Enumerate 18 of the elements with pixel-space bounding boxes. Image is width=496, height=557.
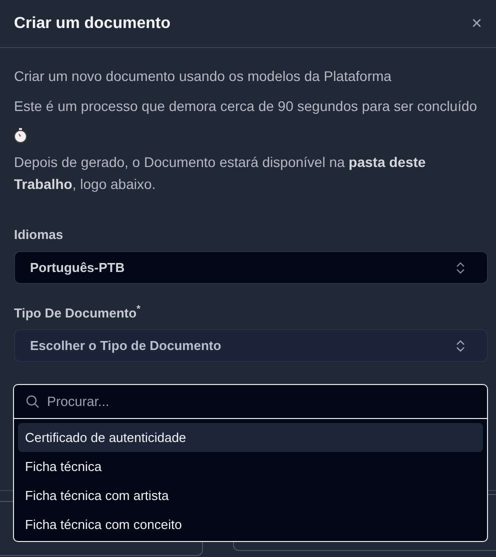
stopwatch-icon xyxy=(14,128,27,143)
description-text: Este é um processo que demora cerca de 90 segundos para ser concluído xyxy=(14,97,478,116)
dialog-title: Criar um documento xyxy=(14,14,170,32)
chevron-icon xyxy=(456,262,465,274)
dropdown-option[interactable]: Certificado de autenticidade xyxy=(18,423,483,452)
info-text: Depois de gerado, o Documento estará disponível na pasta deste Trabalho, logo abaixo. xyxy=(14,153,427,194)
search-icon xyxy=(26,395,39,408)
close-button[interactable]: × xyxy=(467,13,486,34)
document-type-select[interactable]: Escolher o Tipo de Documento xyxy=(14,329,488,362)
field-label: Tipo De Documento$^{*}$ xyxy=(14,304,140,320)
field-label: Idiomas xyxy=(14,227,64,242)
description-text: Criar um novo documento usando os modelos da Plataforma xyxy=(14,67,392,86)
search-field[interactable]: Procurar... xyxy=(47,394,475,409)
dropdown-option[interactable]: Ficha técnica xyxy=(18,452,483,481)
chevron-icon xyxy=(456,340,465,352)
dropdown-option[interactable]: Ficha técnica com conceito xyxy=(18,510,483,539)
dropdown-option[interactable]: Ficha técnica com artista xyxy=(18,481,483,510)
language-select[interactable]: Português-PTB xyxy=(14,251,488,284)
